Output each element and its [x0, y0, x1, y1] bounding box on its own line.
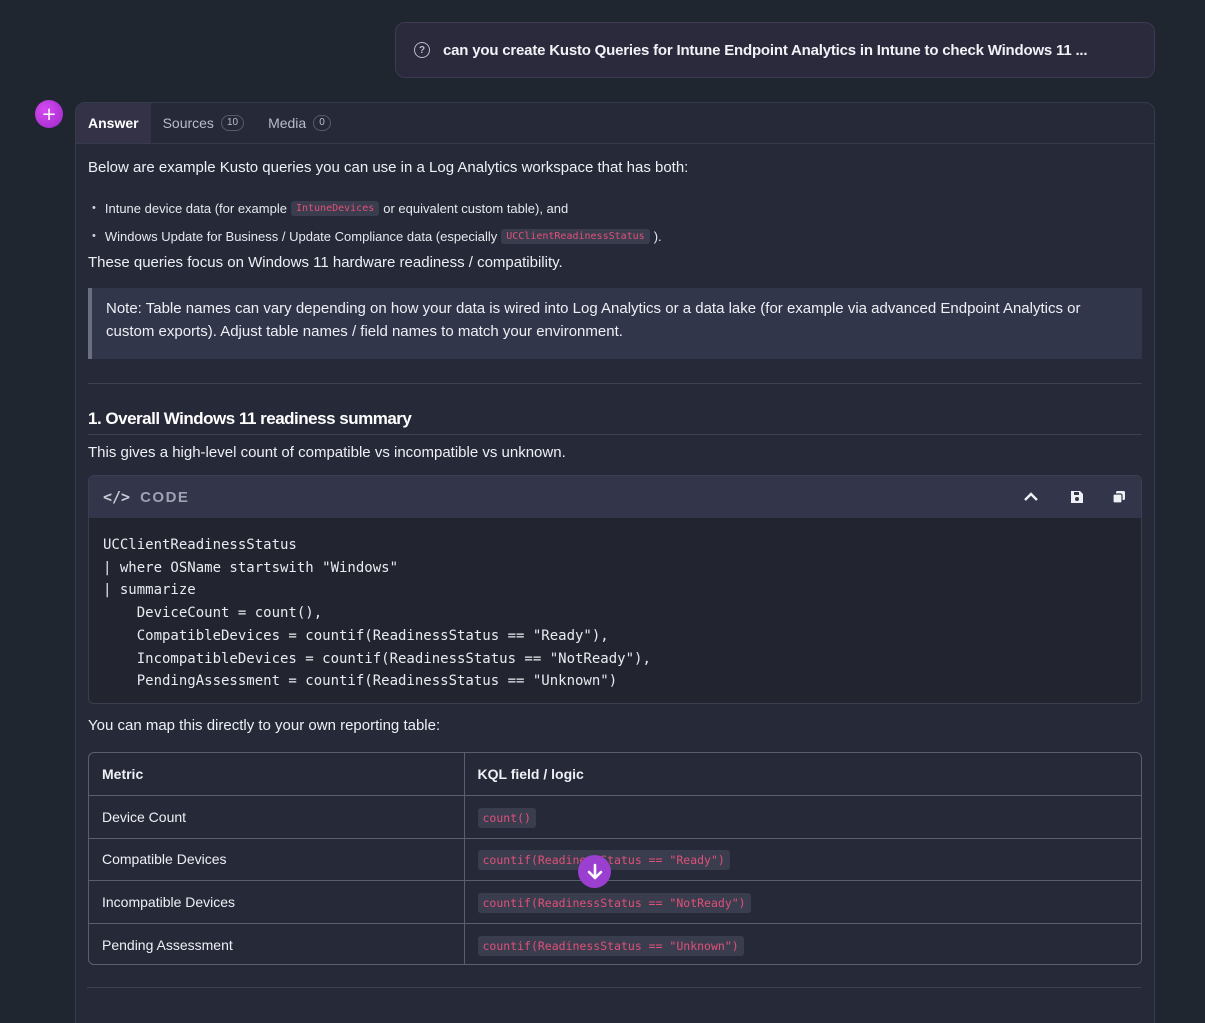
reporting-table: Metric KQL field / logic Device Count co…	[88, 752, 1142, 965]
code-block-label: CODE	[140, 488, 190, 506]
inline-code: IntuneDevices	[290, 200, 380, 216]
table-row: Incompatible Devices countif(ReadinessSt…	[89, 880, 1141, 924]
kql-cell: countif(ReadinessStatus == "Ready")	[464, 838, 1141, 881]
column-header-metric: Metric	[89, 753, 465, 796]
inline-code: countif(ReadinessStatus == "Unknown")	[477, 935, 744, 956]
divider	[87, 987, 1141, 988]
metric-cell: Incompatible Devices	[89, 880, 465, 924]
code-icon: </>	[103, 488, 131, 506]
copy-icon	[1112, 491, 1125, 504]
inline-code: countif(ReadinessStatus == "NotReady")	[477, 892, 751, 913]
metric-cell: Pending Assessment	[89, 923, 465, 964]
inline-code: count()	[477, 807, 536, 828]
table-row: Compatible Devices countif(ReadinessStat…	[89, 838, 1141, 881]
code-block: </> CODE UCClientReadinessStatus | where…	[88, 475, 1142, 704]
metric-cell: Device Count	[89, 795, 465, 839]
kql-cell: countif(ReadinessStatus == "Unknown")	[464, 923, 1141, 964]
list-item: Windows Update for Business / Update Com…	[88, 222, 662, 250]
tab-sources-label: Sources	[162, 115, 214, 131]
bullet-text: ).	[653, 228, 662, 244]
tab-sources-count-badge: 10	[220, 115, 245, 131]
user-question-text: can you create Kusto Queries for Intune …	[443, 41, 1088, 59]
arrow-down-icon	[587, 863, 602, 879]
copy-button[interactable]	[1109, 487, 1129, 507]
user-question-bubble: ? can you create Kusto Queries for Intun…	[395, 22, 1155, 78]
chevron-up-icon	[1024, 492, 1038, 501]
bullet-text: Intune device data (for example	[104, 200, 287, 216]
divider	[88, 434, 1142, 435]
metric-cell: Compatible Devices	[89, 838, 465, 881]
section-intro: This gives a high-level count of compati…	[88, 444, 566, 461]
tab-media-count-badge: 0	[313, 115, 331, 131]
list-item: Intune device data (for example IntuneDe…	[88, 194, 662, 222]
question-circle-icon: ?	[414, 42, 430, 58]
tab-sources[interactable]: Sources 10	[151, 103, 256, 143]
collapse-button[interactable]	[1021, 487, 1041, 507]
kql-cell: countif(ReadinessStatus == "NotReady")	[464, 880, 1141, 924]
code-block-header: </> CODE	[89, 476, 1141, 518]
save-icon	[1071, 491, 1083, 503]
answer-card: Answer Sources 10 Media 0 Below are exam…	[75, 102, 1155, 1023]
bullet-list: Intune device data (for example IntuneDe…	[88, 194, 662, 250]
inline-code: UCClientReadinessStatus	[501, 228, 650, 244]
divider	[88, 383, 1142, 384]
scroll-to-bottom-button[interactable]	[578, 855, 611, 888]
answer-focus: These queries focus on Windows 11 hardwa…	[88, 254, 563, 271]
tab-media[interactable]: Media 0	[256, 103, 343, 143]
assistant-avatar-plus-icon[interactable]: +	[35, 100, 63, 128]
bullet-text: Windows Update for Business / Update Com…	[104, 228, 498, 244]
bullet-text: or equivalent custom table), and	[383, 200, 569, 216]
answer-tabs: Answer Sources 10 Media 0	[76, 103, 1154, 144]
answer-intro: Below are example Kusto queries you can …	[88, 159, 689, 176]
code-content[interactable]: UCClientReadinessStatus | where OSName s…	[89, 518, 1141, 703]
section-heading: 1. Overall Windows 11 readiness summary	[88, 409, 412, 428]
note-blockquote: Note: Table names can vary depending on …	[88, 288, 1142, 359]
save-button[interactable]	[1067, 487, 1087, 507]
tab-media-label: Media	[268, 115, 307, 131]
tab-answer[interactable]: Answer	[76, 103, 151, 143]
table-row: Pending Assessment countif(ReadinessStat…	[89, 923, 1141, 964]
kql-cell: count()	[464, 795, 1141, 839]
table-header-row: Metric KQL field / logic	[89, 753, 1141, 796]
tab-answer-label: Answer	[88, 115, 139, 131]
column-header-kql: KQL field / logic	[464, 753, 1141, 796]
table-row: Device Count count()	[89, 795, 1141, 839]
map-intro: You can map this directly to your own re…	[88, 717, 441, 734]
